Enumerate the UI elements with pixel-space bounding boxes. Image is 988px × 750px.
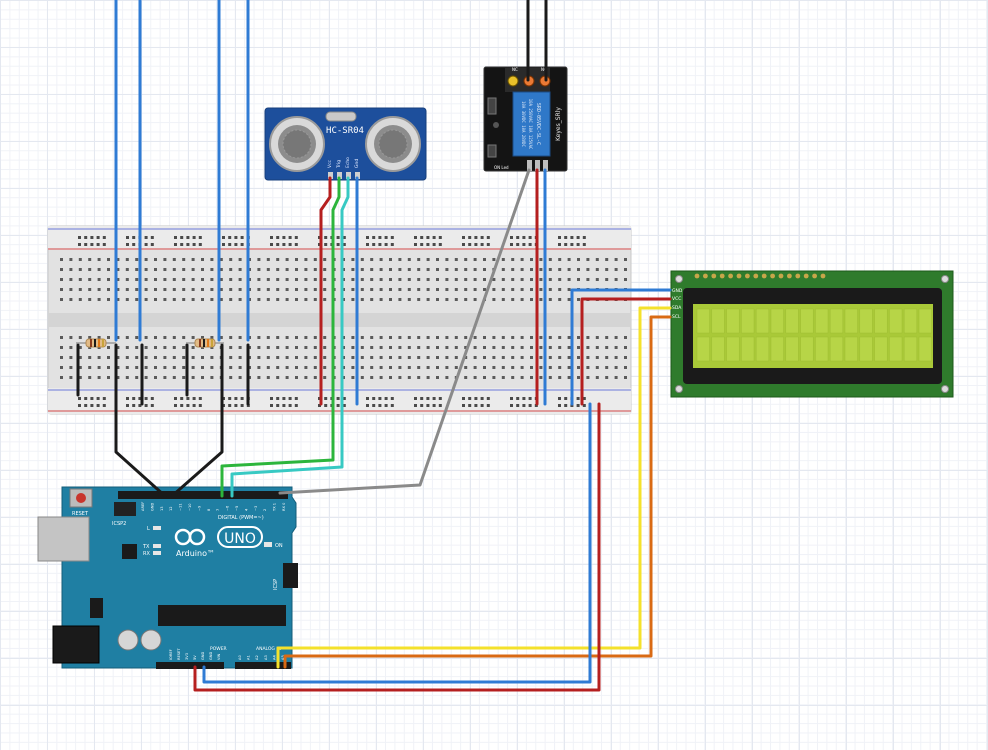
relay-module: NC NO SRD-05VDC-SL-C 10A 250VAC 10A 125V… bbox=[483, 66, 568, 172]
rx-label: RX bbox=[143, 551, 150, 557]
power-pin-label-5: GND bbox=[209, 652, 213, 660]
digital-pin-label-14: TX 1 bbox=[273, 503, 277, 512]
digital-pin-label-10: ~5 bbox=[235, 506, 239, 511]
icsp-label: ICSP bbox=[273, 579, 279, 590]
relay-spec-ac: 10A 250VAC 10A 125VAC bbox=[528, 99, 533, 150]
analog-pin-label-3: A3 bbox=[264, 655, 268, 660]
digital-pin-label-2: 13 bbox=[160, 506, 164, 511]
relay-led-label: ON Led bbox=[494, 165, 509, 170]
digital-pin-label-8: 7 bbox=[216, 509, 220, 511]
power-jack bbox=[52, 625, 100, 664]
power-pin-label-2: 3V3 bbox=[185, 653, 189, 660]
digital-pin-label-13: 2 bbox=[263, 509, 267, 511]
power-header bbox=[156, 662, 224, 669]
right-transducer bbox=[365, 116, 421, 172]
digital-pin-label-5: ~10 bbox=[188, 503, 192, 511]
digital-label: DIGITAL (PWM=~) bbox=[218, 515, 264, 521]
usb-chip bbox=[122, 544, 137, 559]
lcd-pin-scl: SCL bbox=[672, 314, 681, 320]
power-pin-label-3: 5V bbox=[193, 655, 197, 660]
analog-header bbox=[235, 662, 291, 669]
digital-header bbox=[118, 491, 288, 499]
analog-pin-label-2: A2 bbox=[255, 655, 259, 660]
lcd-pin-vcc: VCC bbox=[672, 296, 681, 302]
sensor-pin-trig: Trig bbox=[336, 160, 342, 169]
relay-brand: Keyes_SRly bbox=[555, 107, 562, 141]
sensor-pin-echo: Echo bbox=[345, 157, 351, 168]
sensor-pin-vcc: Vcc bbox=[327, 159, 333, 168]
digital-pin-label-15: RX 0 bbox=[282, 502, 286, 511]
power-pin-label-4: GND bbox=[201, 652, 205, 660]
power-label: POWER bbox=[210, 646, 227, 652]
sensor-label: HC-SR04 bbox=[326, 126, 364, 136]
icsp2-label: ICSP2 bbox=[112, 521, 126, 527]
lcd-pin-sda: SDA bbox=[672, 305, 682, 311]
on-label: ON bbox=[275, 543, 283, 549]
analog-pin-label-0: A0 bbox=[238, 655, 242, 660]
lcd-pin-gnd: GND bbox=[672, 288, 683, 294]
digital-pin-label-0: AREF bbox=[141, 502, 145, 511]
digital-pin-label-6: ~9 bbox=[197, 505, 201, 511]
reset-label: RESET bbox=[72, 511, 89, 517]
digital-pin-label-1: GND bbox=[150, 503, 154, 511]
arduino-uno-board: RESET ICSP2 AREF GND 13 12 ~11 ~10 ~9 8 7 ~6 ~5 4 ~3… bbox=[37, 486, 298, 669]
atmega-chip bbox=[158, 605, 286, 626]
analog-pin-label-4: A4 bbox=[272, 655, 276, 660]
digital-pin-label-9: ~6 bbox=[226, 505, 230, 511]
tx-label: TX bbox=[142, 544, 150, 550]
led-l-label: L bbox=[147, 526, 150, 532]
power-pin-label-0: IOREF bbox=[169, 649, 173, 660]
lcd-display: GND VCC SDA SCL bbox=[670, 270, 954, 398]
left-transducer bbox=[269, 116, 325, 172]
analog-pin-label-1: A1 bbox=[247, 655, 251, 660]
usb-port bbox=[37, 516, 90, 562]
ultrasonic-sensor: HC-SR04 Vcc Trig Echo Gnd bbox=[264, 107, 427, 181]
sensor-pin-gnd: Gnd bbox=[354, 159, 360, 168]
arduino-brand: Arduino™ bbox=[176, 549, 215, 558]
circuit-diagram: HC-SR04 Vcc Trig Echo Gnd NC NO SRD-05VD… bbox=[37, 0, 954, 692]
terminal-nc: NC bbox=[512, 67, 518, 72]
uno-logo-text: UNO bbox=[224, 531, 256, 547]
relay-spec-dc: 10A 30VDC 10A 28VDC bbox=[521, 101, 526, 147]
digital-pin-label-4: ~11 bbox=[179, 503, 183, 511]
power-pin-label-6: VIN bbox=[217, 653, 221, 660]
digital-pin-label-12: ~3 bbox=[254, 506, 258, 511]
digital-pin-label-3: 12 bbox=[169, 506, 173, 511]
power-pin-label-1: RESET bbox=[177, 648, 181, 660]
relay-part-number: SRD-05VDC-SL-C bbox=[535, 103, 541, 145]
